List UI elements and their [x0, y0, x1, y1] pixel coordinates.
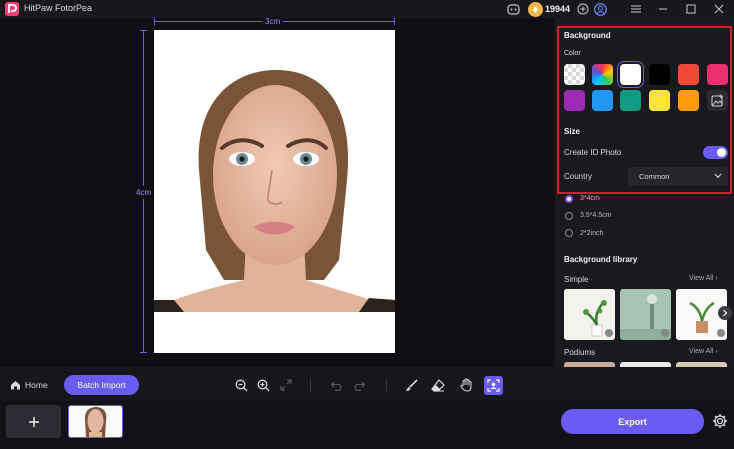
home-button[interactable]: Home: [10, 377, 48, 393]
settings-gear-icon[interactable]: [712, 413, 728, 429]
hand-pan-icon[interactable]: [457, 376, 475, 394]
swatch-white[interactable]: [620, 64, 641, 85]
zoom-in-icon[interactable]: [254, 376, 272, 394]
size-option-label: 3*4cm: [580, 195, 600, 202]
view-all-podiums-link[interactable]: View All ›: [689, 348, 718, 355]
swatch-gradient[interactable]: [592, 64, 613, 85]
swatch-purple[interactable]: [564, 90, 585, 111]
swatch-transparent[interactable]: [564, 64, 585, 85]
brush-icon[interactable]: [402, 376, 420, 394]
swatch-orange[interactable]: [678, 90, 699, 111]
swatch-teal[interactable]: [620, 90, 641, 111]
coin-count: 19944: [545, 4, 571, 14]
home-icon: [11, 381, 20, 390]
size-option-label: 2*2inch: [580, 230, 604, 237]
color-label: Color: [564, 50, 581, 57]
add-image-button[interactable]: [6, 405, 61, 438]
add-coins-icon[interactable]: [575, 1, 591, 17]
swatch-blue[interactable]: [592, 90, 613, 111]
country-select[interactable]: Common: [628, 167, 728, 186]
home-label: Home: [25, 380, 48, 390]
plus-icon: [28, 416, 39, 427]
maximize-icon[interactable]: [683, 1, 699, 17]
account-icon[interactable]: [592, 1, 608, 17]
simple-category-label: Simple: [564, 275, 589, 284]
swatch-yellow[interactable]: [649, 90, 670, 111]
batch-import-button[interactable]: Batch Import: [64, 375, 139, 395]
app-title: HitPaw FotorPea: [24, 3, 93, 13]
chevron-down-icon: [714, 173, 722, 179]
width-dimension-tick: [394, 18, 395, 25]
toolbar-divider: [310, 379, 311, 391]
redo-icon[interactable]: [351, 376, 369, 394]
size-title: Size: [564, 127, 581, 136]
portrait-image: [154, 30, 395, 353]
swatch-black[interactable]: [649, 64, 670, 85]
podiums-category-label: Podiums: [564, 348, 596, 357]
title-bar: [0, 0, 734, 18]
toolbar-divider: [386, 379, 387, 391]
close-icon[interactable]: [711, 1, 727, 17]
chevron-right-icon: [723, 309, 728, 317]
toggle-knob: [717, 148, 726, 157]
swatch-pink[interactable]: [707, 64, 728, 85]
app-logo-icon: [5, 2, 19, 16]
fit-screen-icon[interactable]: [277, 376, 295, 394]
library-next-button[interactable]: [718, 306, 732, 320]
size-option-radio-3x4[interactable]: [565, 195, 573, 203]
custom-background-image-button[interactable]: [707, 90, 728, 111]
size-option-radio-3.5x4.5[interactable]: [565, 212, 573, 220]
export-button[interactable]: Export: [561, 409, 704, 434]
height-dimension-tick: [140, 30, 147, 31]
background-title: Background: [564, 31, 611, 40]
library-thumb-plant-white[interactable]: [564, 289, 615, 340]
coin-balance[interactable]: 19944: [528, 1, 572, 17]
image-add-icon: [711, 94, 723, 107]
size-option-label: 3.5*4.5cm: [580, 212, 612, 219]
discord-icon[interactable]: [505, 1, 521, 17]
image-thumbnail[interactable]: [68, 405, 123, 438]
id-photo-tool-icon[interactable]: [484, 376, 503, 395]
country-label: Country: [564, 172, 593, 181]
height-dimension-label: 4cm: [136, 186, 152, 199]
swatch-red[interactable]: [678, 64, 699, 85]
country-select-value: Common: [639, 172, 670, 181]
width-dimension-label: 3cm: [262, 17, 284, 26]
zoom-out-icon[interactable]: [232, 376, 250, 394]
coin-icon: [528, 1, 543, 17]
create-id-photo-toggle[interactable]: [703, 146, 728, 159]
library-thumb-green-wall[interactable]: [620, 289, 671, 340]
size-option-radio-2x2inch[interactable]: [565, 229, 573, 237]
background-library-title: Background library: [564, 255, 638, 264]
create-id-photo-label: Create ID Photo: [564, 148, 622, 157]
id-photo-canvas[interactable]: [154, 30, 395, 353]
minimize-icon[interactable]: [655, 1, 671, 17]
undo-icon[interactable]: [327, 376, 345, 394]
portrait-thumbnail: [69, 406, 122, 437]
width-dimension-tick: [154, 18, 155, 25]
eraser-icon[interactable]: [429, 376, 447, 394]
view-all-simple-link[interactable]: View All ›: [689, 275, 718, 282]
height-dimension-tick: [140, 352, 147, 353]
menu-icon[interactable]: [628, 1, 644, 17]
